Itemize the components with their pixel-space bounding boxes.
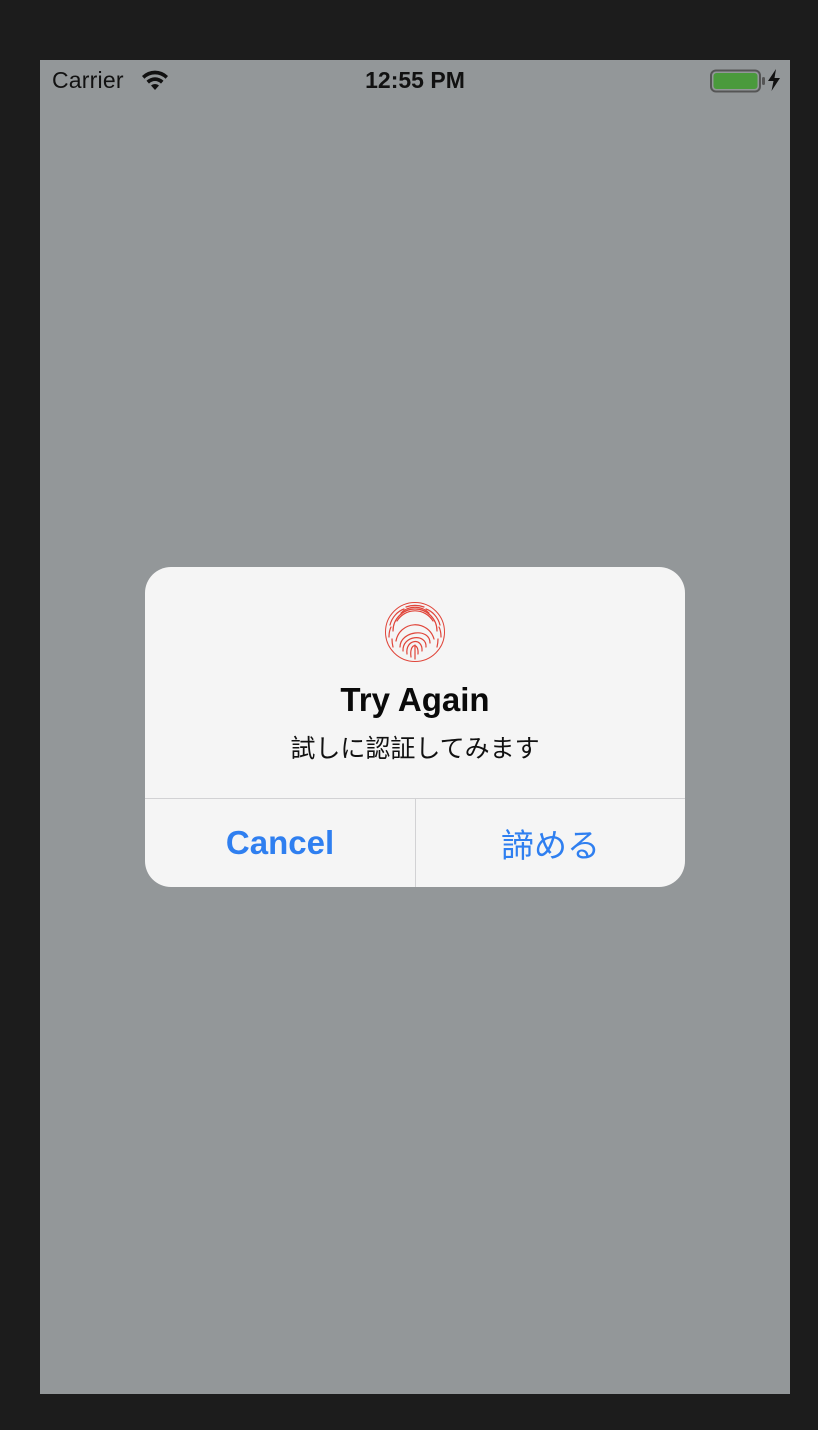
status-time: 12:55 PM [365, 67, 465, 93]
status-bar: Carrier 12:55 PM [40, 60, 790, 100]
device-frame: Carrier 12:55 PM Try Again 試しに認証してみます Ca… [0, 0, 818, 1430]
charging-bolt-icon [768, 69, 780, 91]
battery-icon [710, 69, 765, 93]
give-up-button[interactable]: 諦める [416, 799, 685, 887]
fingerprint-icon [385, 602, 445, 662]
alert-message: 試しに認証してみます [290, 735, 540, 763]
battery-level-fill [713, 73, 758, 89]
touch-id-alert: Try Again 試しに認証してみます Cancel 諦める [145, 567, 685, 887]
alert-title: Try Again [340, 681, 490, 718]
alert-body: Try Again 試しに認証してみます [145, 567, 685, 798]
screen: Carrier 12:55 PM Try Again 試しに認証してみます Ca… [40, 60, 790, 1394]
cancel-button[interactable]: Cancel [145, 799, 415, 887]
